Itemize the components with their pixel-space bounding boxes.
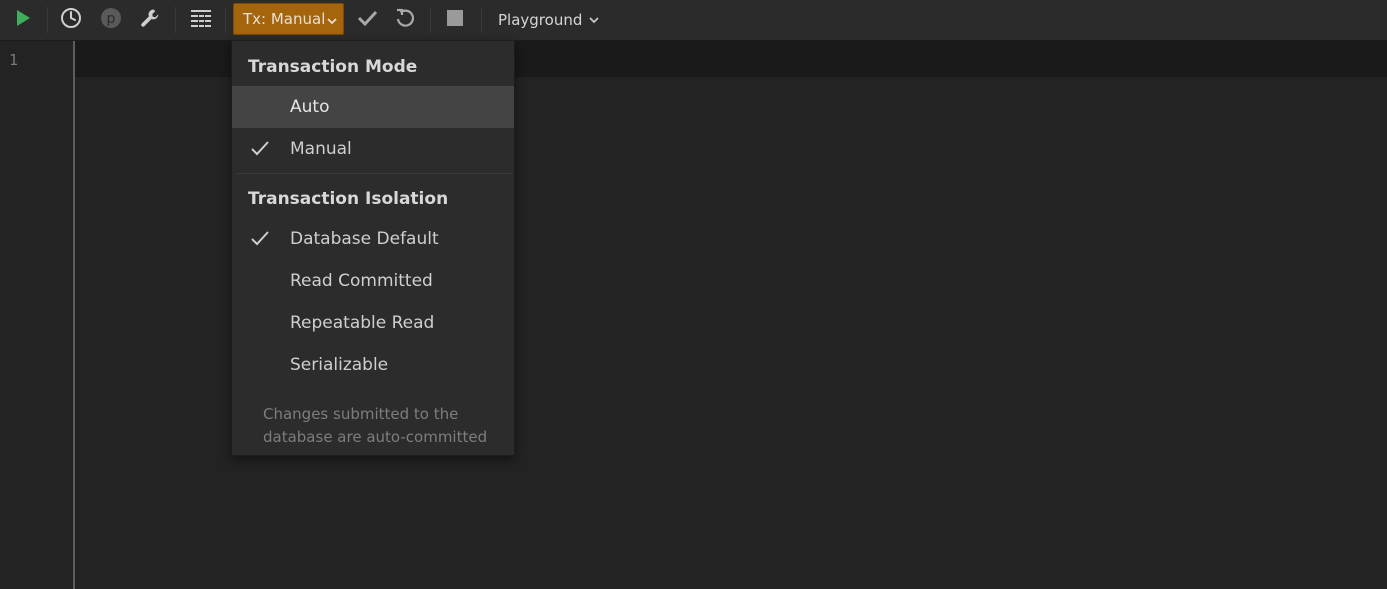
transaction-note: Changes submitted to the database are au… [263, 405, 488, 446]
menu-item-label: Auto [290, 97, 330, 117]
toolbar-divider [225, 7, 226, 33]
toolbar-divider [430, 7, 431, 33]
stop-button[interactable] [440, 5, 470, 35]
clock-icon [60, 7, 82, 33]
stop-icon [446, 9, 464, 31]
rollback-button[interactable] [390, 5, 420, 35]
line-gutter: 1 [0, 41, 75, 589]
menu-divider [236, 173, 512, 174]
checkmark-icon [356, 8, 378, 32]
parameter-icon: p [100, 7, 122, 33]
svg-text:p: p [107, 11, 116, 27]
results-button[interactable] [186, 5, 216, 35]
commit-button[interactable] [352, 5, 382, 35]
toolbar-divider [47, 7, 48, 33]
menu-item-auto[interactable]: Auto [232, 86, 514, 128]
checkmark-icon [250, 230, 270, 248]
wrench-icon [139, 7, 161, 33]
table-rows-icon [190, 8, 212, 32]
transaction-isolation-header: Transaction Isolation [248, 189, 449, 209]
playground-selector[interactable]: Playground [490, 5, 608, 35]
menu-item-label: Repeatable Read [290, 313, 435, 333]
parameters-button[interactable]: p [96, 5, 126, 35]
menu-item-manual[interactable]: Manual [232, 128, 514, 170]
transaction-mode-button[interactable]: Tx: Manual [233, 3, 344, 35]
transaction-menu: Transaction Mode Auto Manual Transaction… [231, 40, 515, 456]
menu-item-read-committed[interactable]: Read Committed [232, 260, 514, 302]
toolbar-divider [481, 7, 482, 33]
menu-item-label: Database Default [290, 229, 439, 249]
transaction-mode-header: Transaction Mode [248, 57, 418, 77]
settings-button[interactable] [135, 5, 165, 35]
toolbar: p Tx: Manual Playground [0, 0, 1387, 41]
line-number: 1 [9, 51, 19, 69]
sql-editor[interactable]: 1 [0, 41, 1387, 589]
play-icon [14, 9, 32, 31]
checkmark-icon [250, 140, 270, 158]
menu-item-serializable[interactable]: Serializable [232, 344, 514, 386]
playground-label: Playground [498, 11, 583, 29]
undo-icon [394, 7, 416, 33]
menu-item-repeatable-read[interactable]: Repeatable Read [232, 302, 514, 344]
menu-item-database-default[interactable]: Database Default [232, 218, 514, 260]
chevron-down-icon [588, 12, 600, 30]
menu-item-label: Manual [290, 139, 352, 159]
menu-item-label: Read Committed [290, 271, 433, 291]
run-button[interactable] [8, 5, 38, 35]
history-button[interactable] [56, 5, 86, 35]
toolbar-divider [175, 7, 176, 33]
transaction-mode-label: Tx: Manual [243, 10, 326, 28]
chevron-down-icon [326, 13, 338, 31]
menu-item-label: Serializable [290, 355, 389, 375]
